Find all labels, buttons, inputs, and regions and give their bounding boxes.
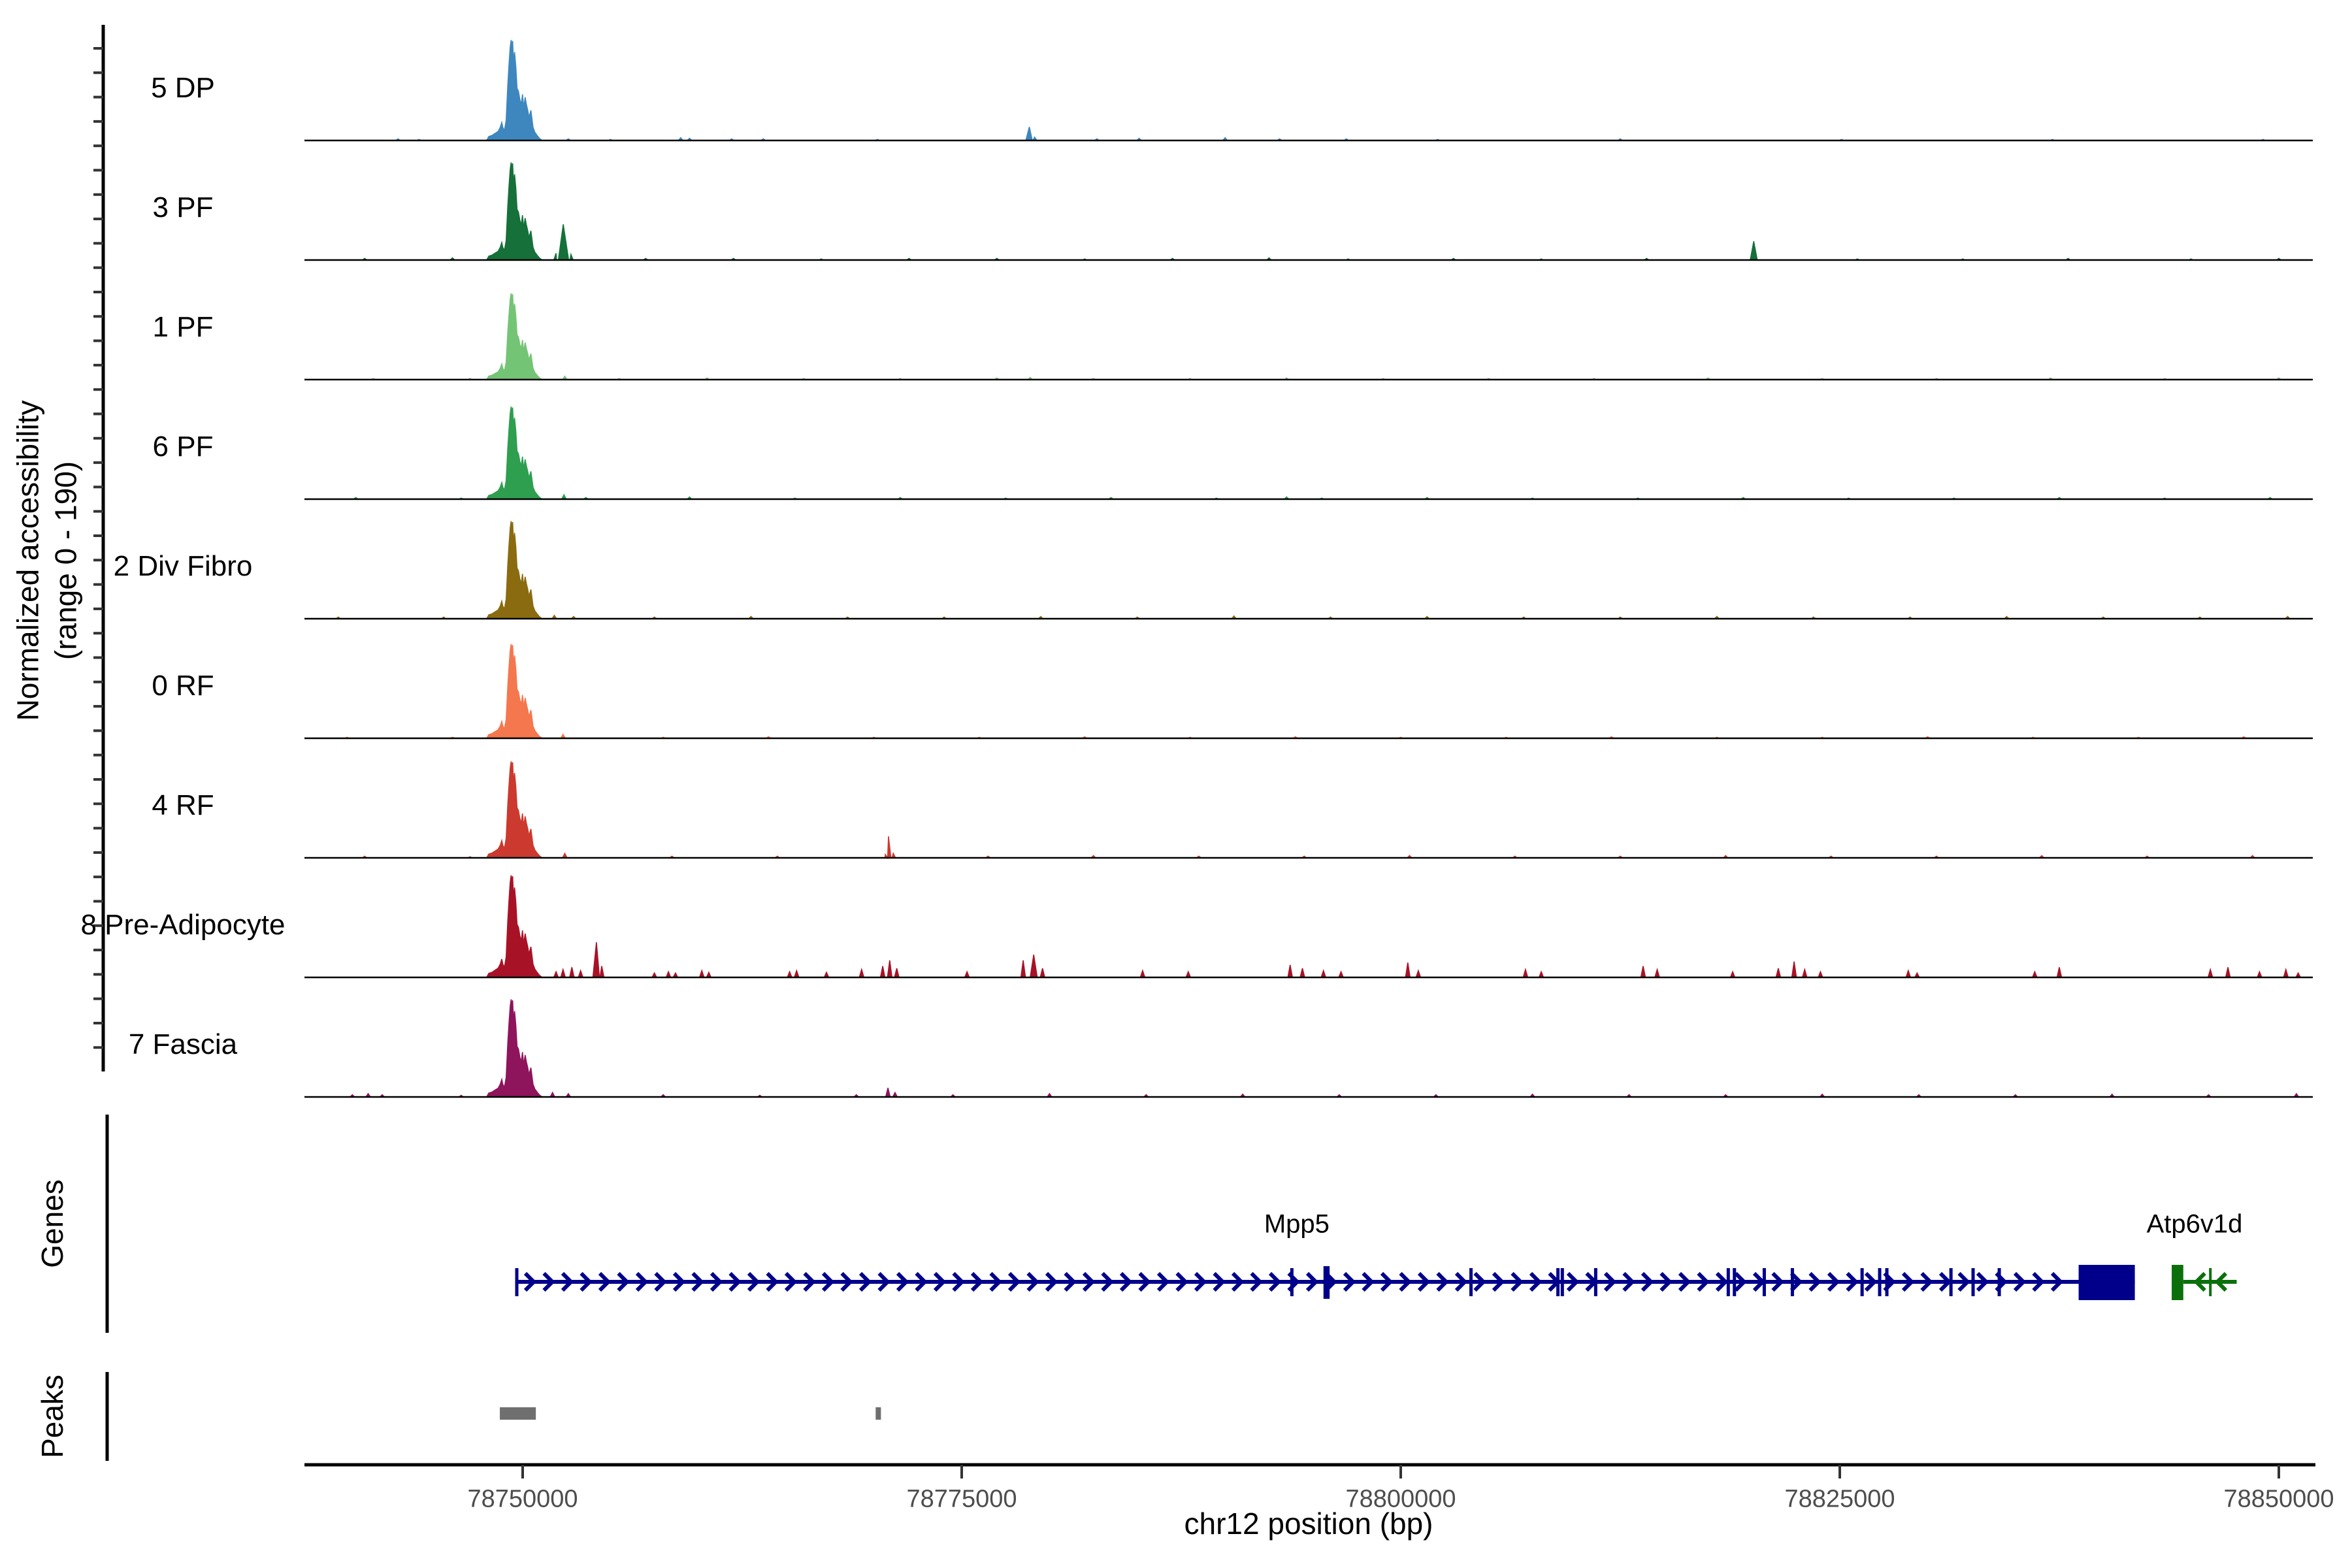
track-label-5-dp: 5 DP xyxy=(151,72,215,104)
coverage-plot-figure: Normalized accessibility (range 0 - 190)… xyxy=(0,0,2352,1568)
y-axis-title-line2: (range 0 - 190) xyxy=(48,461,82,661)
coverage-area-8-pre-adipocyte xyxy=(304,875,2313,978)
x-tick-label: 78750000 xyxy=(467,1485,578,1513)
peak-region-box xyxy=(875,1407,881,1420)
track-label-8-pre-adipocyte: 8 Pre-Adipocyte xyxy=(80,909,286,941)
track-label-0-rf: 0 RF xyxy=(152,670,214,702)
plot-canvas xyxy=(93,25,2315,1478)
coverage-area-3-pf xyxy=(304,162,2313,261)
track-label-1-pf: 1 PF xyxy=(152,311,214,343)
coverage-area-2-div-fibro xyxy=(304,521,2313,619)
x-tick-label: 78775000 xyxy=(906,1485,1017,1513)
x-tick-label: 78850000 xyxy=(2223,1485,2334,1513)
track-label-2-div-fibro: 2 Div Fibro xyxy=(113,550,253,582)
x-tick-label: 78825000 xyxy=(1784,1485,1895,1513)
coverage-area-7-fascia xyxy=(304,999,2313,1098)
peaks-section-label: Peaks xyxy=(35,1375,69,1458)
y-axis-title-line1: Normalized accessibility xyxy=(10,400,45,721)
coverage-area-1-pf xyxy=(304,293,2313,380)
coverage-area-0-rf xyxy=(304,644,2313,739)
gene-exon-box-atp6v1d xyxy=(2172,1265,2183,1300)
track-label-7-fascia: 7 Fascia xyxy=(128,1028,238,1060)
gene-exon-box-mpp5 xyxy=(2078,1265,2135,1300)
track-label-4-rf: 4 RF xyxy=(152,789,214,821)
x-tick-label: 78800000 xyxy=(1345,1485,1456,1513)
track-label-6-pf: 6 PF xyxy=(152,431,214,463)
coverage-area-5-dp xyxy=(304,40,2313,141)
gene-label-mpp5: Mpp5 xyxy=(1264,1209,1330,1239)
peak-region-box xyxy=(500,1407,536,1420)
gene-label-atp6v1d: Atp6v1d xyxy=(2146,1209,2243,1239)
track-label-3-pf: 3 PF xyxy=(152,191,214,223)
y-axis-title: Normalized accessibility (range 0 - 190) xyxy=(10,400,85,721)
coverage-area-6-pf xyxy=(304,406,2313,500)
coverage-area-4-rf xyxy=(304,761,2313,860)
genes-section-label: Genes xyxy=(35,1179,69,1268)
gene-exon-box-small xyxy=(1323,1266,1330,1299)
